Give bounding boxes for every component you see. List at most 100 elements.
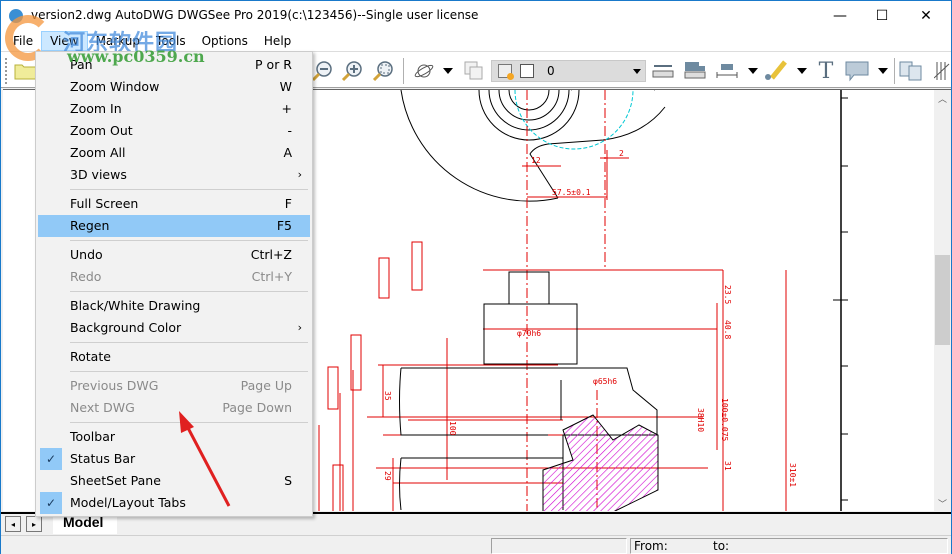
layer-select[interactable]: 0 (491, 60, 646, 82)
tab-prev-button[interactable]: ◂ (5, 516, 21, 532)
dim-label: 2 (619, 149, 624, 158)
scroll-thumb[interactable] (935, 255, 950, 345)
dimension-dropdown-arrow[interactable] (748, 68, 758, 74)
dim-label: 29 (383, 471, 392, 481)
menu-separator (70, 291, 308, 292)
menu-item-shortcut: F (284, 196, 292, 211)
minimize-button[interactable]: — (817, 1, 863, 31)
menu-item-pan[interactable]: Pan P or R (38, 54, 310, 76)
menu-tools[interactable]: Tools (148, 32, 194, 50)
zoom-in-icon[interactable] (341, 61, 363, 82)
menu-item-shortcut: - (287, 123, 292, 138)
vertical-scrollbar[interactable]: ︿ ﹀ (934, 90, 951, 511)
checkmark-icon: ✓ (40, 492, 62, 514)
compare-icon[interactable] (899, 61, 923, 81)
orbit-icon[interactable] (413, 61, 435, 81)
scroll-down-icon[interactable]: ﹀ (934, 495, 951, 511)
app-window: version2.dwg AutoDWG DWGSee Pro 2019(c:\… (0, 0, 952, 554)
menu-item-regen[interactable]: Regen F5 (38, 215, 310, 237)
menu-item-status-bar[interactable]: ✓ Status Bar (38, 448, 310, 470)
layer-state-icon (498, 64, 514, 80)
dim-label: 35 (383, 391, 392, 401)
dim-label: 310±1 (788, 463, 797, 487)
menu-view[interactable]: View (41, 31, 88, 51)
to-label: to: (713, 539, 730, 553)
outer-arc (400, 90, 559, 202)
menu-item-redo[interactable]: Redo Ctrl+Y (38, 266, 310, 288)
layer-color-swatch (520, 64, 534, 78)
measure-distance-icon[interactable] (651, 61, 675, 81)
menu-item-zoom-out[interactable]: Zoom Out - (38, 120, 310, 142)
scroll-up-icon[interactable]: ︿ (934, 90, 951, 107)
menu-separator (70, 189, 308, 190)
close-button[interactable]: ✕ (903, 1, 949, 31)
tolerance-frame (332, 464, 344, 511)
chevron-down-icon[interactable] (633, 69, 641, 74)
menu-item-black-white-drawing[interactable]: Black/White Drawing (38, 295, 310, 317)
hatched-section (542, 414, 659, 511)
dimension-icon[interactable] (715, 61, 739, 81)
hatch-icon[interactable] (934, 61, 950, 81)
pencil-dropdown-arrow[interactable] (797, 68, 807, 74)
menu-item-shortcut: Ctrl+Y (251, 269, 292, 284)
callout-icon[interactable] (844, 61, 870, 82)
window-title: version2.dwg AutoDWG DWGSee Pro 2019(c:\… (31, 8, 479, 22)
toolbar-separator (403, 58, 404, 84)
menu-separator (70, 240, 308, 241)
menu-item-zoom-all[interactable]: Zoom All A (38, 142, 310, 164)
toolbar-grip[interactable] (5, 58, 7, 84)
dim-label: 31 (723, 461, 732, 471)
menu-item-label: Rotate (70, 349, 111, 364)
menu-item-next-dwg[interactable]: Next DWG Page Down (38, 397, 310, 419)
maximize-button[interactable]: ☐ (859, 1, 905, 31)
zoom-extents-icon[interactable] (372, 61, 394, 82)
callout-dropdown-arrow[interactable] (878, 68, 888, 74)
tab-model[interactable]: Model (53, 514, 118, 534)
checkmark-icon: ✓ (40, 448, 62, 470)
view-menu: Pan P or R Zoom Window W Zoom In + Zoom Out… (35, 51, 313, 517)
zoom-out-icon[interactable] (311, 61, 333, 82)
status-bar: From: to: (1, 535, 951, 554)
menu-item-sheetset-pane[interactable]: SheetSet Pane S (38, 470, 310, 492)
dim-label: 100 (448, 421, 457, 436)
menu-item-3d-views[interactable]: 3D views › (38, 164, 310, 186)
layer-value: 0 (547, 64, 555, 78)
menu-item-shortcut: Page Down (222, 400, 292, 415)
text-tool-icon[interactable]: T (815, 59, 837, 84)
tolerance-frame (411, 241, 423, 291)
tolerance-frame (327, 366, 339, 410)
menu-help[interactable]: Help (256, 32, 299, 50)
menu-file[interactable]: File (5, 32, 41, 50)
menu-item-rotate[interactable]: Rotate (38, 346, 310, 368)
menu-item-background-color[interactable]: Background Color › (38, 317, 310, 339)
menu-item-shortcut: S (284, 473, 292, 488)
menu-item-label: Background Color (70, 320, 182, 335)
menu-item-shortcut: Ctrl+Z (250, 247, 292, 262)
orbit-dropdown-arrow[interactable] (443, 68, 453, 74)
menu-markup[interactable]: Markup (88, 32, 148, 50)
menu-item-full-screen[interactable]: Full Screen F (38, 193, 310, 215)
dim-label: 40.8 (723, 320, 732, 339)
menu-item-label: Full Screen (70, 196, 139, 211)
submenu-arrow-icon: › (297, 168, 302, 181)
menu-item-previous-dwg[interactable]: Previous DWG Page Up (38, 375, 310, 397)
menu-item-zoom-window[interactable]: Zoom Window W (38, 76, 310, 98)
layers-icon[interactable] (463, 61, 485, 81)
profile-line (529, 106, 666, 199)
pencil-icon[interactable] (763, 60, 789, 81)
menu-item-label: Pan (70, 57, 93, 72)
title-bar: version2.dwg AutoDWG DWGSee Pro 2019(c:\… (1, 1, 951, 31)
menu-options[interactable]: Options (194, 32, 256, 50)
menu-item-model-layout-tabs[interactable]: ✓ Model/Layout Tabs (38, 492, 310, 514)
menu-item-undo[interactable]: Undo Ctrl+Z (38, 244, 310, 266)
menu-item-label: Toolbar (70, 429, 116, 444)
menu-item-label: Previous DWG (70, 378, 159, 393)
menu-item-toolbar[interactable]: Toolbar (38, 426, 310, 448)
measure-area-icon[interactable] (683, 61, 707, 81)
menu-item-label: Zoom All (70, 145, 126, 160)
dim-label: φ70h6 (517, 329, 541, 338)
menu-item-zoom-in[interactable]: Zoom In + (38, 98, 310, 120)
menu-item-label: Model/Layout Tabs (70, 495, 186, 510)
tab-next-button[interactable]: ▸ (26, 516, 42, 532)
dim-label: φ65h6 (593, 377, 617, 386)
